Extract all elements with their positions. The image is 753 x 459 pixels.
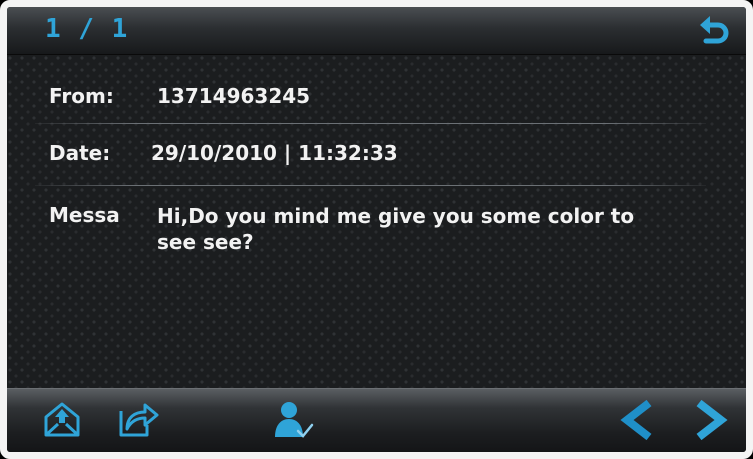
message-detail-screen: 1 / 1 From: 13714963245 Date: 29/10/2010… [0, 0, 753, 459]
reply-button[interactable] [42, 399, 82, 443]
message-label: Messa [49, 203, 120, 227]
from-value: 13714963245 [157, 84, 311, 108]
reply-envelope-icon [44, 402, 80, 437]
divider [35, 185, 706, 186]
back-arrow-icon [700, 16, 729, 44]
next-arrow-icon [696, 399, 728, 441]
forward-icon [119, 403, 159, 437]
divider [35, 123, 706, 124]
previous-button[interactable] [619, 399, 659, 445]
bottom-toolbar [7, 388, 746, 452]
top-bar: 1 / 1 [7, 7, 746, 55]
page-indicator: 1 / 1 [45, 14, 129, 44]
next-button[interactable] [691, 399, 731, 445]
prev-arrow-icon [620, 399, 652, 441]
contact-button[interactable] [272, 399, 316, 445]
date-value: 29/10/2010 | 11:32:33 [151, 141, 398, 165]
from-label: From: [49, 84, 114, 108]
back-button[interactable] [696, 12, 734, 48]
contact-icon [275, 402, 314, 438]
message-body: Hi,Do you mind me give you some color to… [157, 204, 642, 254]
forward-button[interactable] [115, 397, 159, 443]
date-label: Date: [49, 141, 111, 165]
